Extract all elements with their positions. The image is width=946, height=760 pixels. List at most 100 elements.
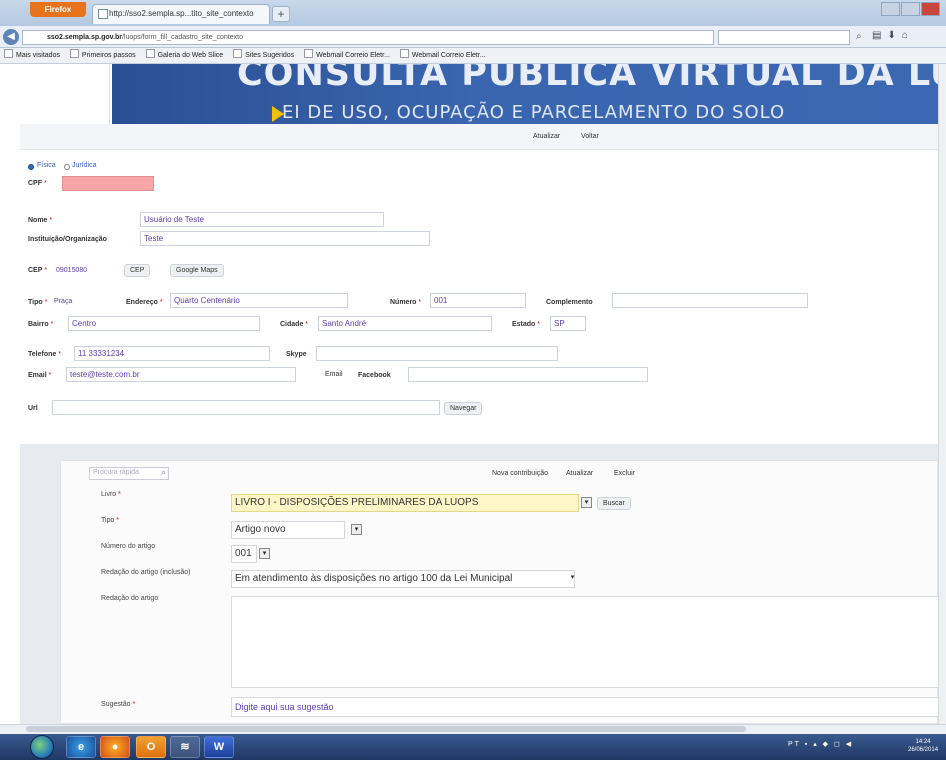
estado-input[interactable]: SP xyxy=(550,316,586,331)
page-content: CONSULTA PÚBLICA VIRTUAL DA LUOPS EI DE … xyxy=(0,64,938,724)
bairro-label: Bairro xyxy=(28,321,53,328)
url-input[interactable] xyxy=(52,400,440,415)
bairro-input[interactable]: Centro xyxy=(68,316,260,331)
bookmark-item[interactable]: Primeiros passos xyxy=(70,52,136,59)
buscar-button[interactable]: Buscar xyxy=(597,497,631,510)
redacao-inclusao-select[interactable]: Em atendimento às disposições no artigo … xyxy=(231,570,575,588)
numero-input[interactable]: 001 xyxy=(430,293,526,308)
facebook-input[interactable] xyxy=(408,367,648,382)
livro-label: Livro xyxy=(101,491,121,498)
skype-input[interactable] xyxy=(316,346,558,361)
complemento-input[interactable] xyxy=(612,293,808,308)
word-icon[interactable]: W xyxy=(204,736,234,758)
complemento-label: Complemento xyxy=(546,299,593,306)
network-app-icon[interactable]: ≋ xyxy=(170,736,200,758)
voltar-button[interactable]: Voltar xyxy=(576,131,604,144)
cep-button[interactable]: CEP xyxy=(124,264,151,277)
language-indicator: PT xyxy=(788,741,801,748)
chevron-down-icon[interactable]: ▾ xyxy=(581,497,592,508)
close-button[interactable] xyxy=(921,2,940,16)
bookmarks-bar: Mais visitados Primeiros passos Galeria … xyxy=(0,48,946,64)
clock-date: 26/06/2014 xyxy=(908,747,939,753)
nova-contribuicao-button[interactable]: Nova contribuição xyxy=(487,468,553,481)
clock-time: 14:24 xyxy=(915,739,931,745)
new-tab-button[interactable]: + xyxy=(272,6,290,22)
address-bar[interactable]: sso2.sempla.sp.gov.br/luops/form_fill_ca… xyxy=(22,30,714,45)
firefox-icon[interactable]: ● xyxy=(100,736,130,758)
numero-label: Número xyxy=(390,299,421,306)
firefox-menu-button[interactable]: Firefox xyxy=(30,2,86,17)
bookmark-item[interactable]: Webmail Correio Eletr... xyxy=(400,52,486,59)
chevron-down-icon[interactable]: ▾ xyxy=(351,524,362,535)
person-form: Física Jurídica CPF Nome Usuário de Test… xyxy=(20,150,938,444)
minimize-button[interactable] xyxy=(881,2,900,16)
email-input[interactable]: teste@teste.com.br xyxy=(66,367,296,382)
estado-label: Estado xyxy=(512,321,540,328)
maximize-button[interactable] xyxy=(901,2,920,16)
livro-select[interactable]: LIVRO I - DISPOSIÇÕES PRELIMINARES DA LU… xyxy=(231,494,579,512)
tipo-contribuicao-label: Tipo xyxy=(101,517,119,524)
browser-tab[interactable]: http://sso2.sempla.sp...tito_site_contex… xyxy=(92,4,270,24)
tipo-select[interactable]: Artigo novo xyxy=(231,521,345,539)
email-label: Email xyxy=(28,372,51,379)
quick-search-input[interactable]: Procura rápida ⌕ xyxy=(89,467,169,480)
numero-artigo-select[interactable]: 001 xyxy=(231,545,257,563)
cpf-label: CPF xyxy=(28,180,47,187)
endereco-input[interactable]: Quarto Centenário xyxy=(170,293,348,308)
atualizar-button[interactable]: Atualizar xyxy=(528,131,565,144)
google-maps-button[interactable]: Google Maps xyxy=(170,264,224,277)
nome-input[interactable]: Usuário de Teste xyxy=(140,212,384,227)
redacao-inclusao-label: Redação do artigo (inclusão) xyxy=(101,569,191,576)
redacao-textarea[interactable] xyxy=(231,596,938,688)
banner-action-bar: Atualizar Voltar xyxy=(20,124,938,150)
url-path: /luops/form_fill_cadastro_site_contexto xyxy=(121,34,243,41)
atualizar-contribuicao-button[interactable]: Atualizar xyxy=(561,468,598,481)
radio-juridica-label: Jurídica xyxy=(72,162,97,169)
outlook-icon[interactable]: O xyxy=(136,736,166,758)
back-arrow-icon[interactable]: ◀ xyxy=(3,29,19,45)
cpf-input[interactable] xyxy=(62,176,154,191)
search-icon: ⌕ xyxy=(160,467,166,477)
excluir-button[interactable]: Excluir xyxy=(609,468,640,481)
email-button[interactable]: Email xyxy=(320,369,348,382)
bookmark-item[interactable]: Sites Sugeridos xyxy=(233,52,294,59)
system-tray[interactable]: PT ▪ ▴ ◆ ◻ ◀ xyxy=(788,740,853,748)
banner-subtitle: EI DE USO, OCUPAÇÃO E PARCELAMENTO DO SO… xyxy=(282,102,786,123)
page-banner: CONSULTA PÚBLICA VIRTUAL DA LUOPS EI DE … xyxy=(112,64,938,124)
url-host: sso2.sempla.sp.gov.br xyxy=(47,34,122,41)
chevron-down-icon[interactable]: ▾ xyxy=(259,548,270,559)
numero-artigo-label: Número do artigo xyxy=(101,543,156,550)
search-icon[interactable]: ⌕ xyxy=(856,31,862,42)
bookmark-item[interactable]: Galeria do Web Slice xyxy=(146,52,224,59)
skype-label: Skype xyxy=(286,351,307,358)
tipo-input[interactable]: Praça xyxy=(54,298,72,305)
chevron-down-icon[interactable]: ▾ xyxy=(567,573,578,584)
toolbar-icons[interactable]: ▤⬇⌂ xyxy=(872,30,914,41)
sugestao-input[interactable]: Digite aqui sua sugestão xyxy=(231,697,938,717)
scrollbar-thumb[interactable] xyxy=(26,726,746,732)
banner-title: CONSULTA PÚBLICA VIRTUAL DA LUOPS xyxy=(237,64,938,94)
nome-label: Nome xyxy=(28,217,52,224)
facebook-label: Facebook xyxy=(358,372,391,379)
telefone-input[interactable]: 11 33331234 xyxy=(74,346,270,361)
sugestao-label: Sugestão xyxy=(101,701,135,708)
radio-juridica[interactable] xyxy=(64,164,70,170)
bookmark-item[interactable]: Mais visitados xyxy=(4,52,60,59)
radio-fisica[interactable] xyxy=(28,164,34,170)
instituicao-input[interactable]: Teste xyxy=(140,231,430,246)
radio-fisica-label: Física xyxy=(37,162,56,169)
navegar-button[interactable]: Navegar xyxy=(444,402,483,415)
cep-input[interactable]: 09015080 xyxy=(56,267,87,274)
start-button-icon[interactable] xyxy=(30,735,54,759)
tab-title: http://sso2.sempla.sp...tito_site_contex… xyxy=(109,9,254,18)
cidade-label: Cidade xyxy=(280,321,308,328)
bookmark-item[interactable]: Webmail Correio Eletr... xyxy=(304,52,390,59)
search-box[interactable] xyxy=(718,30,850,45)
internet-explorer-icon[interactable]: e xyxy=(66,736,96,758)
quick-search-placeholder: Procura rápida xyxy=(93,469,139,476)
vertical-scrollbar[interactable] xyxy=(938,64,946,724)
endereco-label: Endereço xyxy=(126,299,163,306)
taskbar-clock[interactable]: 14:24 26/06/2014 xyxy=(908,738,938,754)
cidade-input[interactable]: Santo André xyxy=(318,316,492,331)
telefone-label: Telefone xyxy=(28,351,61,358)
